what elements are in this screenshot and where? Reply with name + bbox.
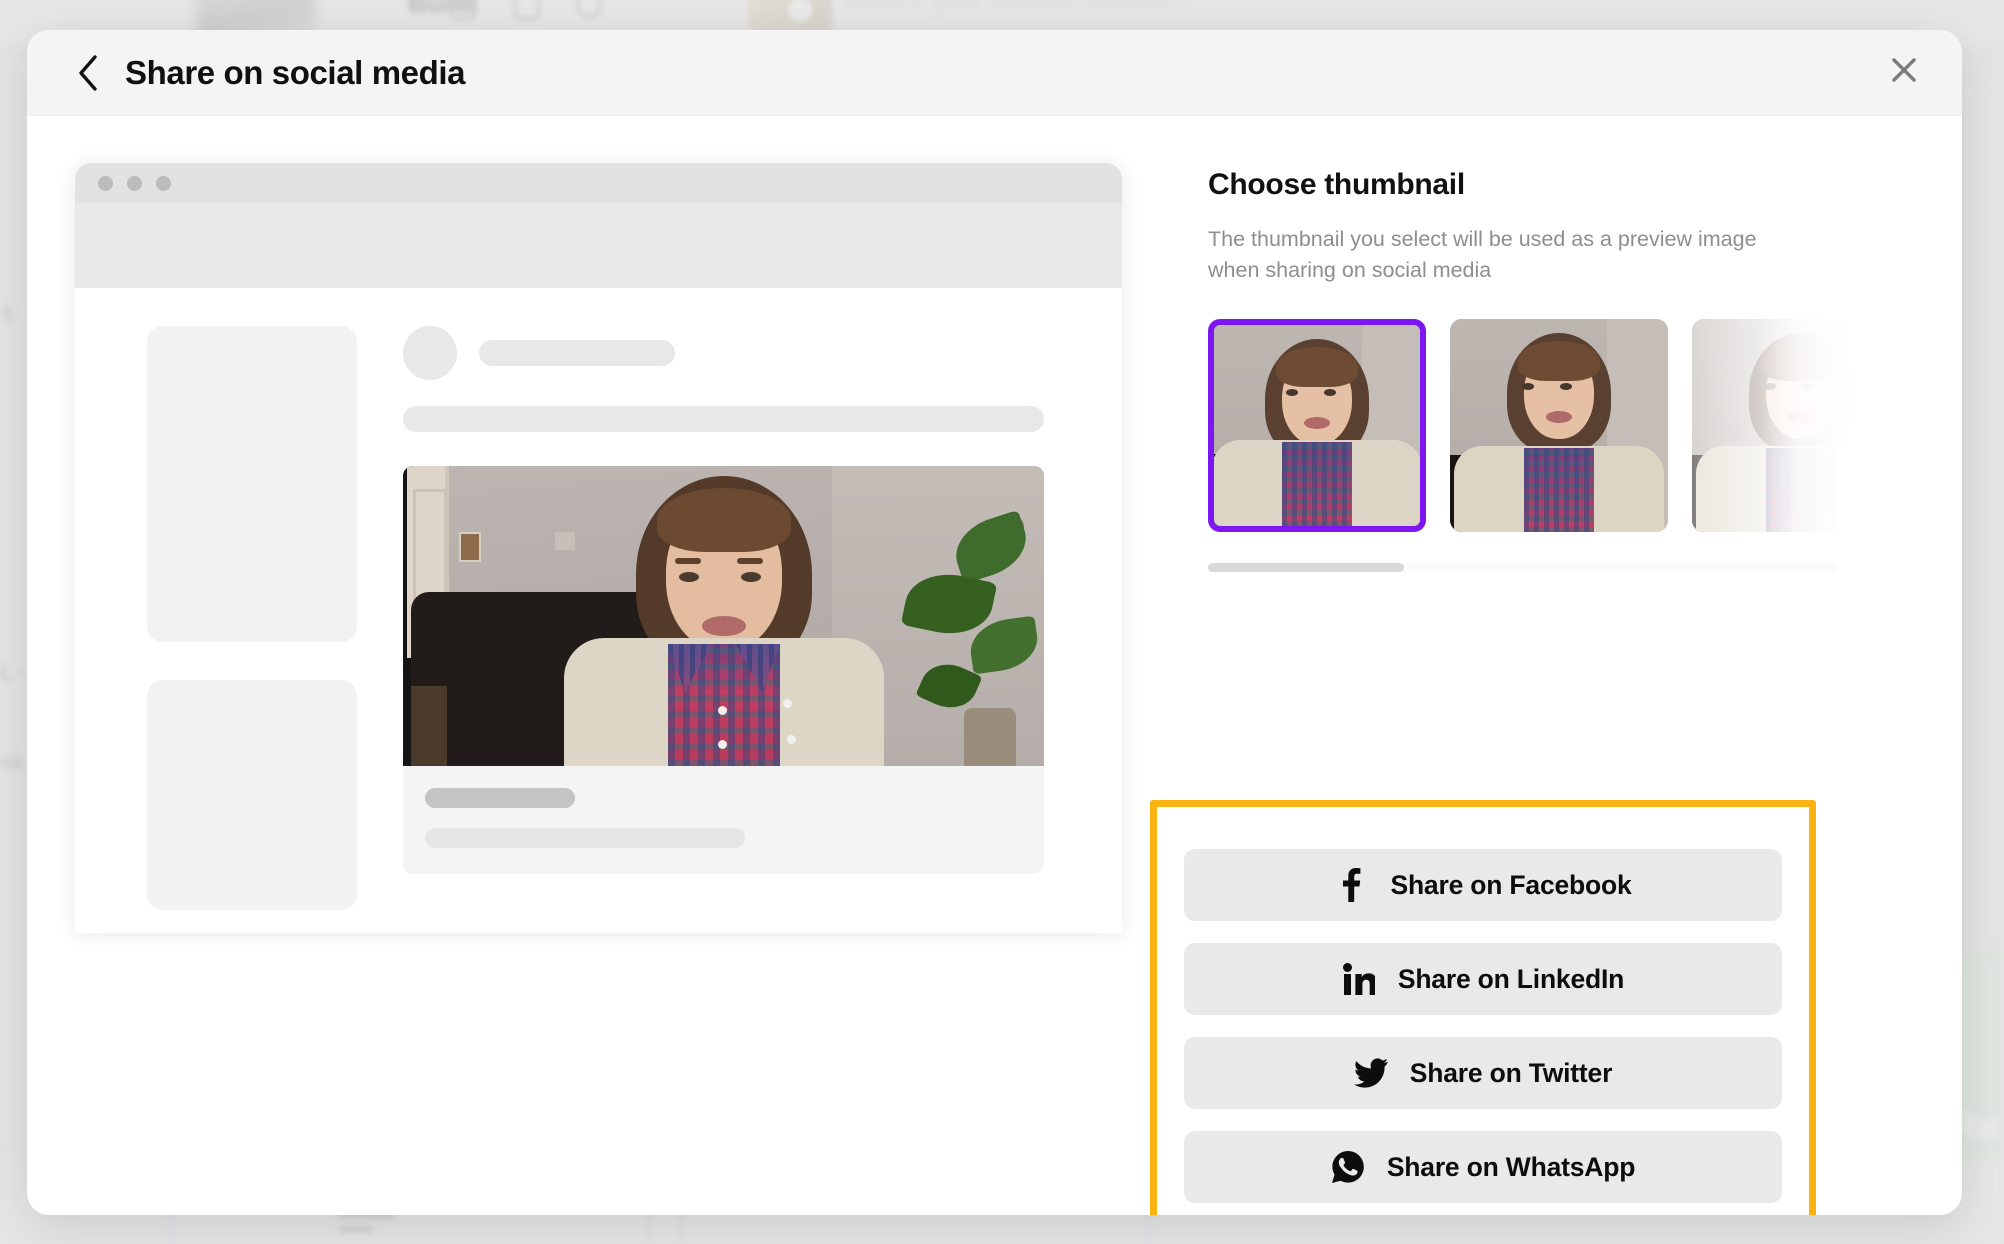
window-dot-close-icon	[98, 175, 113, 191]
share-linkedin-button[interactable]: Share on LinkedIn	[1184, 943, 1782, 1015]
mock-browser-content	[75, 288, 1122, 933]
mock-main-placeholders	[403, 326, 1122, 933]
backdrop-share-icon	[514, 0, 540, 20]
mock-browser-toolbar	[75, 203, 1122, 288]
avatar	[403, 326, 457, 380]
skeleton-line	[425, 828, 745, 848]
share-twitter-button[interactable]: Share on Twitter	[1184, 1037, 1782, 1109]
wall-picture	[459, 532, 481, 562]
share-facebook-button[interactable]: Share on Facebook	[1184, 849, 1782, 921]
share-buttons-list: Share on Facebook Share on LinkedIn Shar…	[1184, 849, 1782, 1203]
video-preview-card	[403, 466, 1044, 874]
skeleton-block	[147, 680, 357, 910]
houseplant	[865, 509, 1042, 766]
mock-browser-titlebar	[75, 163, 1122, 203]
backdrop-left-text-2: L -	[0, 660, 25, 685]
window-dot-maximize-icon	[156, 175, 171, 191]
window-dot-minimize-icon	[127, 175, 142, 191]
skeleton-line	[425, 788, 575, 808]
close-button[interactable]	[1880, 49, 1928, 97]
skeleton-line	[479, 340, 675, 366]
share-button-label: Share on Facebook	[1390, 869, 1632, 900]
thumbnail-option-1[interactable]	[1208, 319, 1426, 533]
preview-column	[27, 116, 1164, 1215]
thumbnail-scrollbar[interactable]	[1208, 563, 1838, 573]
modal-body: Choose thumbnail The thumbnail you selec…	[27, 116, 1962, 1215]
choose-thumbnail-description: The thumbnail you select will be used as…	[1208, 227, 1757, 282]
browser-preview-mock	[75, 163, 1122, 933]
whatsapp-icon	[1331, 1150, 1365, 1184]
backdrop-left-text-3: nk	[0, 750, 24, 775]
skeleton-line	[403, 406, 1044, 432]
video-caption-placeholders	[403, 766, 1044, 848]
back-button[interactable]	[67, 52, 109, 94]
backdrop-mobile-icon	[450, 0, 476, 20]
backdrop-left-text-1: s	[2, 300, 13, 325]
video-thumbnail-preview	[403, 466, 1044, 766]
share-button-label: Share on LinkedIn	[1397, 963, 1625, 994]
share-button-label: Share on Twitter	[1409, 1057, 1613, 1088]
share-modal: Share on social media Choose thumbnail T…	[27, 30, 1962, 1215]
skeleton-block	[147, 326, 357, 642]
share-buttons-highlight: Share on Facebook Share on LinkedIn Shar…	[1150, 800, 1816, 1215]
thumbnail-option-2[interactable]	[1450, 319, 1668, 533]
close-icon	[1889, 55, 1919, 90]
modal-header: Share on social media	[27, 30, 1962, 116]
mock-sidebar-placeholders	[147, 326, 357, 933]
thumbnail-scroller[interactable]	[1208, 319, 1910, 538]
thumbnail-option-3[interactable]	[1692, 319, 1910, 533]
share-whatsapp-button[interactable]: Share on WhatsApp	[1184, 1131, 1782, 1203]
skeleton-author-row	[403, 326, 1044, 380]
twitter-icon	[1353, 1056, 1388, 1090]
backdrop-video-question: What's your favorite dessert?	[842, 0, 1191, 15]
choose-thumbnail-heading: Choose thumbnail	[1208, 168, 1465, 201]
linkedin-icon	[1342, 962, 1376, 996]
thumbnail-scrollbar-thumb[interactable]	[1208, 563, 1404, 573]
chevron-left-icon	[75, 54, 101, 92]
facebook-icon	[1334, 868, 1368, 902]
page-title: Share on social media	[125, 53, 466, 91]
share-button-label: Share on WhatsApp	[1386, 1151, 1636, 1182]
person-in-video	[559, 466, 889, 766]
share-column: Choose thumbnail The thumbnail you selec…	[1150, 116, 1962, 1215]
